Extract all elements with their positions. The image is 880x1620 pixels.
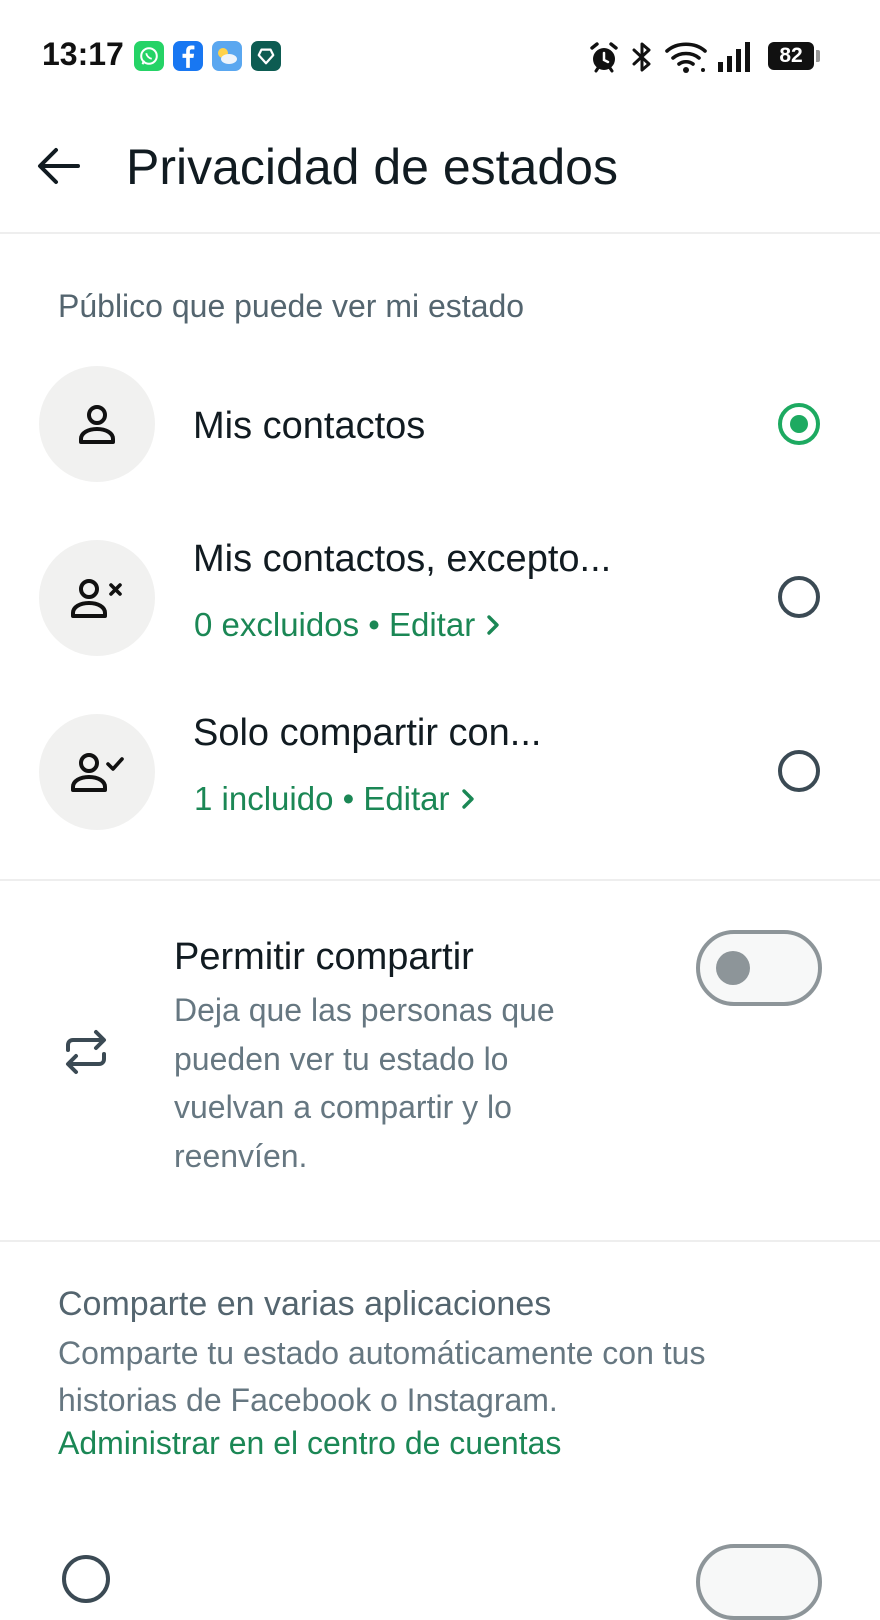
option-subtitle-link[interactable]: 1 incluido • Editar (194, 780, 478, 818)
battery-icon: 82 (768, 42, 820, 70)
signal-icon (716, 40, 752, 79)
included-count-edit: 1 incluido • Editar (194, 780, 450, 817)
cross-app-title: Comparte en varias aplicaciones (58, 1285, 552, 1323)
allow-sharing-title: Permitir compartir (174, 936, 474, 978)
status-time: 13:17 (42, 36, 124, 72)
accounts-center-link[interactable]: Administrar en el centro de cuentas (58, 1425, 561, 1462)
audience-section-label: Público que puede ver mi estado (58, 288, 525, 324)
alarm-icon (587, 40, 621, 79)
avatar (39, 714, 155, 830)
option-title: Solo compartir con... (193, 712, 542, 754)
option-title: Mis contactos (193, 405, 426, 447)
audience-option-my-contacts[interactable]: Mis contactos (0, 365, 880, 483)
option-title: Mis contactos, excepto... (193, 538, 612, 580)
audience-option-except[interactable]: Mis contactos, excepto... 0 excluidos • … (0, 538, 880, 658)
weather-icon (212, 41, 242, 71)
radio-only-share[interactable] (778, 750, 820, 792)
chevron-right-icon (487, 615, 499, 635)
app-icon (251, 41, 281, 71)
radio-my-contacts[interactable] (778, 403, 820, 445)
back-button[interactable] (36, 146, 80, 186)
repeat-icon (62, 1028, 110, 1081)
battery-level: 82 (779, 44, 803, 67)
bluetooth-icon (630, 40, 654, 79)
whatsapp-icon (134, 41, 164, 71)
allow-sharing-description: Deja que las personas que pueden ver tu … (174, 992, 555, 1174)
page-title: Privacidad de estados (126, 139, 618, 195)
excluded-count-edit: 0 excluidos • Editar (194, 606, 476, 643)
facebook-icon (173, 41, 203, 71)
radio-except[interactable] (778, 576, 820, 618)
arrow-left-icon (38, 148, 80, 184)
cross-app-description: Comparte tu estado automáticamente con t… (58, 1335, 706, 1418)
section-divider (0, 879, 880, 881)
header-divider (0, 232, 880, 234)
person-icon (79, 405, 115, 444)
person-remove-icon (71, 579, 122, 618)
person-check-icon (71, 753, 124, 792)
wifi-icon (665, 40, 707, 79)
section-divider (0, 1240, 880, 1242)
chevron-right-icon (461, 789, 474, 809)
allow-sharing-toggle[interactable] (696, 930, 822, 1006)
option-subtitle-link[interactable]: 0 excluidos • Editar (194, 606, 503, 644)
partial-row-toggle[interactable] (696, 1544, 822, 1620)
avatar (39, 540, 155, 656)
audience-option-only-share[interactable]: Solo compartir con... 1 incluido • Edita… (0, 712, 880, 832)
partial-row-icon (62, 1555, 110, 1603)
avatar (39, 366, 155, 482)
toggle-knob (716, 951, 750, 985)
